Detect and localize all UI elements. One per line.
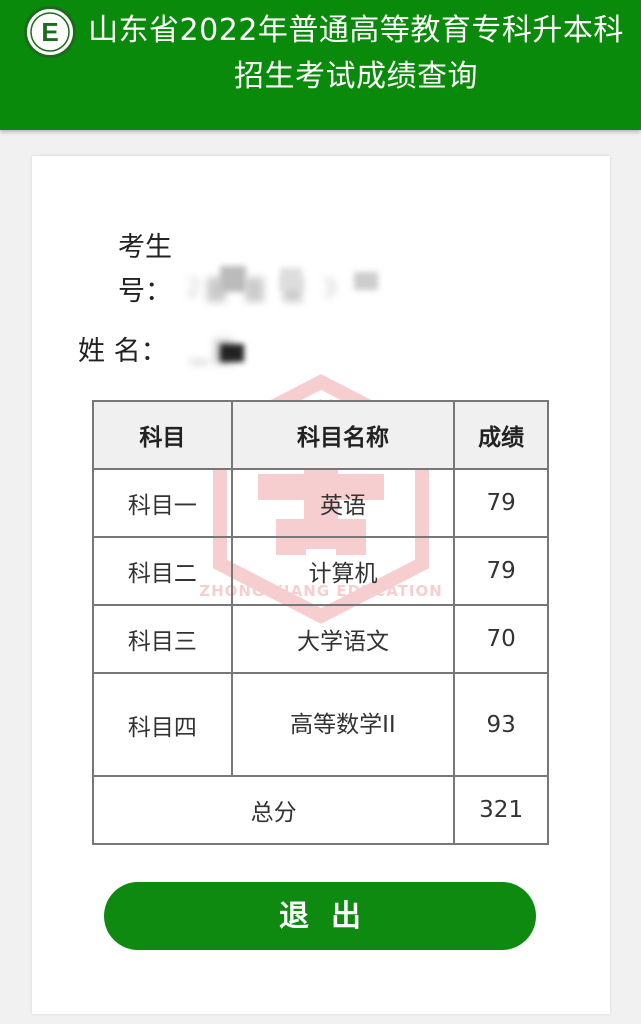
- table-row: 科目四 高等数学II 93: [92, 672, 549, 777]
- subject-name-cell: 高等数学II: [230, 672, 456, 777]
- table-total-row: 总分 321: [91, 775, 549, 845]
- exam-number-value: 2▇ ▇ ▇ 3: [186, 274, 343, 302]
- header-bar: E 山东省2022年普通高等教育专科升本科招生考试成绩查询: [0, 0, 641, 130]
- subject-cell: 科目二: [92, 536, 233, 606]
- subject-cell: 科目四: [92, 672, 233, 777]
- table-row: 科目三 大学语文 70: [92, 604, 549, 674]
- subject-cell: 科目一: [92, 468, 233, 538]
- redaction-block: [220, 266, 246, 292]
- score-cell: 93: [453, 672, 549, 777]
- score-table: 科目 科目名称 成绩 科目一 英语 79 科目二 计算机 79 科目三 大学语文…: [91, 400, 549, 845]
- score-cell: 79: [453, 536, 549, 606]
- redaction-block: [220, 344, 244, 362]
- table-row: 科目二 计算机 79: [92, 536, 549, 606]
- logo-icon: E: [24, 6, 76, 58]
- subject-name-cell: 英语: [230, 468, 456, 538]
- score-cell: 70: [453, 604, 549, 674]
- header-subject: 科目: [92, 400, 233, 470]
- name-label: 姓 名：: [78, 336, 168, 367]
- header-score: 成绩: [453, 400, 549, 470]
- score-card: 中享教育 ® ZHONG XIANG EDUCATION 考生号： 2▇ ▇ ▇…: [32, 156, 610, 1014]
- logout-button[interactable]: 退出: [104, 882, 536, 950]
- subject-name-cell: 大学语文: [230, 604, 456, 674]
- header-subject-name: 科目名称: [230, 400, 456, 470]
- page-title: 山东省2022年普通高等教育专科升本科招生考试成绩查询: [88, 13, 624, 94]
- redaction-block: [280, 268, 302, 290]
- score-cell: 79: [453, 468, 549, 538]
- subject-name-text: 高等数学II: [290, 711, 396, 738]
- total-label-cell: 总分: [91, 775, 456, 845]
- exam-number-label: 考生号：: [118, 232, 172, 307]
- subject-cell: 科目三: [92, 604, 233, 674]
- subject-name-cell: 计算机: [230, 536, 456, 606]
- total-score-cell: 321: [453, 775, 549, 845]
- exam-number-text: 2▇ ▇ ▇ 3: [186, 274, 343, 302]
- svg-text:E: E: [41, 17, 58, 47]
- redaction-block: [354, 272, 378, 290]
- table-row: 科目一 英语 79: [92, 468, 549, 538]
- table-header-row: 科目 科目名称 成绩: [92, 400, 549, 470]
